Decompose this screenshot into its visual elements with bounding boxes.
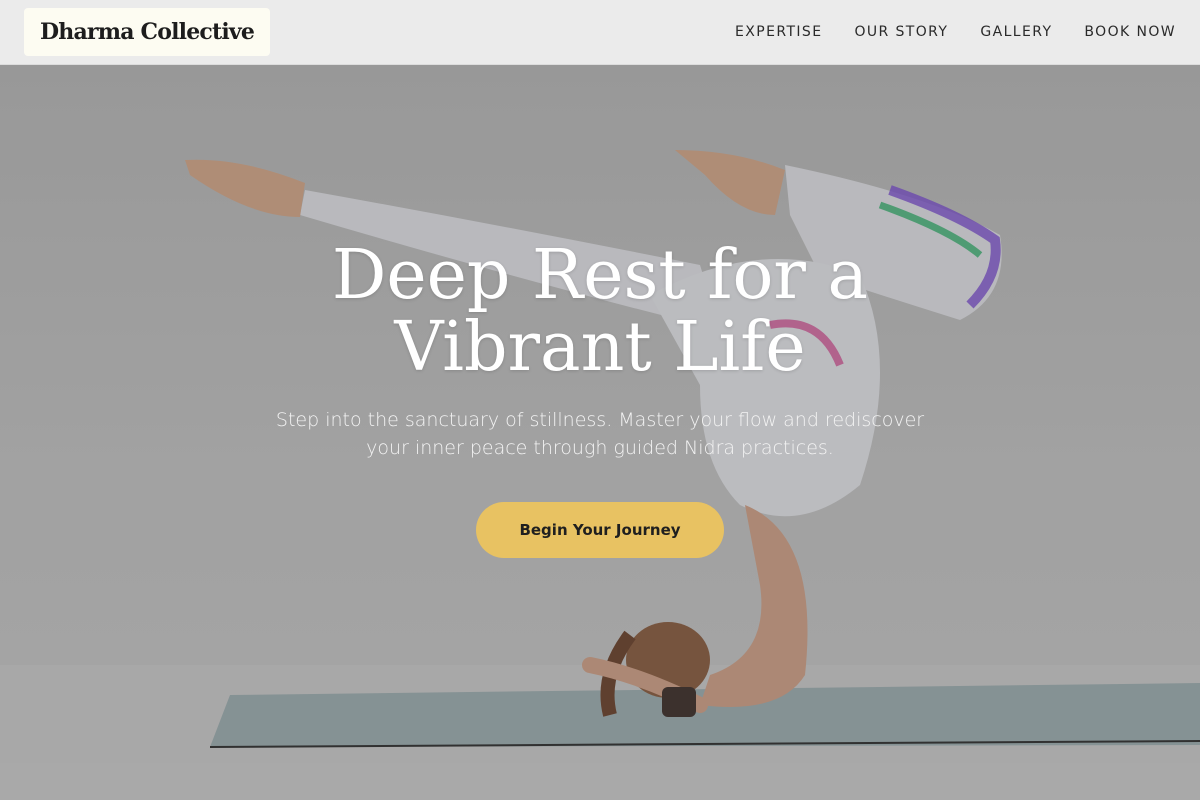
nav-gallery[interactable]: GALLERY (980, 24, 1052, 40)
hero-content: Deep Rest for a Vibrant Life Step into t… (0, 240, 1200, 558)
begin-journey-button[interactable]: Begin Your Journey (476, 502, 724, 558)
hero-subtitle: Step into the sanctuary of stillness. Ma… (275, 409, 925, 459)
nav-expertise[interactable]: EXPERTISE (735, 24, 822, 40)
hero-title: Deep Rest for a Vibrant Life (331, 236, 869, 387)
hero-section: Deep Rest for a Vibrant Life Step into t… (0, 65, 1200, 800)
main-nav: EXPERTISE OUR STORY GALLERY BOOK NOW (735, 24, 1176, 40)
nav-our-story[interactable]: OUR STORY (854, 24, 948, 40)
nav-book-now[interactable]: BOOK NOW (1084, 24, 1176, 40)
brand-name: Dharma Collective (40, 19, 255, 45)
site-header: Dharma Collective EXPERTISE OUR STORY GA… (0, 0, 1200, 65)
brand-logo[interactable]: Dharma Collective (24, 8, 271, 56)
